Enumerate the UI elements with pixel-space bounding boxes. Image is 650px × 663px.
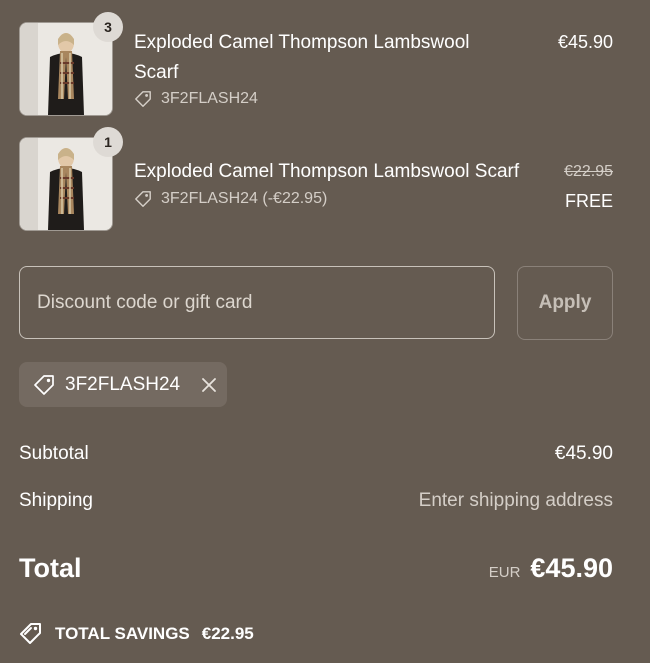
total-row: Total EUR €45.90: [19, 553, 613, 584]
item-discount: 3F2FLASH24 (-€22.95): [134, 190, 327, 208]
item-price: FREE: [564, 191, 613, 211]
item-name-line-1: Exploded Camel Thompson Lambswool: [134, 32, 470, 53]
item-price: €45.90: [557, 32, 613, 52]
shipping-row: Shipping Enter shipping address: [19, 490, 613, 512]
tag-icon: [34, 374, 54, 395]
total-amount-group: EUR €45.90: [489, 553, 613, 584]
item-name: Exploded Camel Thompson Lambswool Scarf: [134, 28, 470, 88]
close-icon[interactable]: [200, 376, 218, 394]
quantity-badge: 3: [93, 12, 123, 42]
total-label: Total: [19, 553, 82, 583]
apply-button[interactable]: Apply: [517, 266, 613, 340]
item-name: Exploded Camel Thompson Lambswool Scarf: [134, 161, 520, 182]
shipping-label: Shipping: [19, 490, 93, 511]
line-item-2: 1 Exploded Camel Thompson Lambswool Scar…: [19, 127, 613, 237]
applied-discount-code: 3F2FLASH24: [65, 373, 181, 395]
total-savings: TOTAL SAVINGS €22.95: [19, 622, 254, 646]
applied-discount-chip: 3F2FLASH24: [19, 362, 227, 407]
original-price: €22.95: [564, 163, 613, 180]
shipping-value: Enter shipping address: [418, 490, 613, 511]
line-item-1: 3 Exploded Camel Thompson Lambswool Scar…: [19, 12, 613, 122]
subtotal-row: Subtotal €45.90: [19, 443, 613, 465]
savings-tag-icon: [20, 623, 41, 644]
tag-icon: [135, 91, 151, 107]
total-amount: €45.90: [530, 553, 613, 583]
product-thumbnail-wrapper: 3: [19, 12, 123, 116]
currency-code: EUR: [488, 564, 521, 581]
discount-code-input[interactable]: [19, 266, 495, 339]
subtotal-label: Subtotal: [19, 443, 89, 464]
total-savings-label: TOTAL SAVINGS: [55, 624, 190, 643]
item-discount-label: 3F2FLASH24: [161, 90, 258, 107]
tag-icon: [135, 191, 151, 207]
subtotal-value: €45.90: [554, 443, 613, 464]
item-discount-label: 3F2FLASH24 (-€22.95): [161, 190, 328, 207]
total-savings-value: €22.95: [201, 624, 254, 643]
quantity-badge: 1: [93, 127, 123, 157]
item-name-line-2: Scarf: [134, 62, 179, 83]
product-thumbnail-wrapper: 1: [19, 127, 123, 231]
item-discount: 3F2FLASH24: [134, 90, 258, 108]
